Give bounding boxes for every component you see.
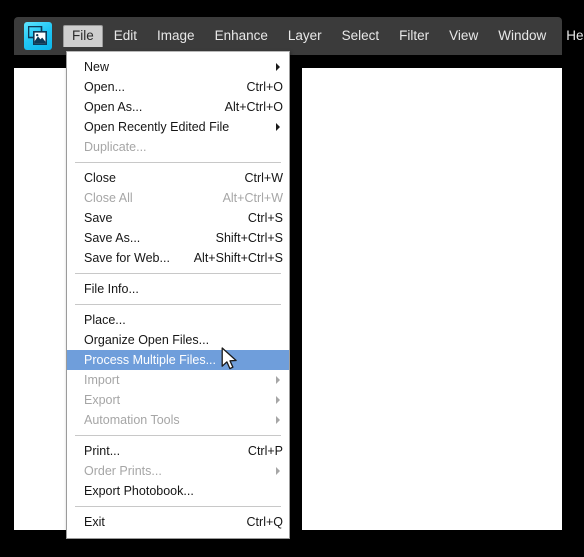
menu-item-print[interactable]: Print... Ctrl+P	[67, 441, 289, 461]
menu-item-shortcut: Shift+Ctrl+S	[215, 231, 283, 245]
menu-item-shortcut: Ctrl+Q	[246, 515, 283, 529]
menu-item-label: New	[84, 60, 110, 74]
menu-item-label: Automation Tools	[84, 413, 180, 427]
menu-item-shortcut: Ctrl+O	[246, 80, 283, 94]
menubar-item-image[interactable]: Image	[148, 25, 204, 48]
menubar-item-select[interactable]: Select	[333, 25, 389, 48]
menu-item-label: Order Prints...	[84, 464, 162, 478]
submenu-arrow-icon	[276, 63, 280, 71]
menu-separator	[75, 273, 281, 274]
menubar-item-file[interactable]: File	[63, 24, 103, 48]
menu-item-order-prints: Order Prints...	[67, 461, 289, 481]
menu-item-export-photobook[interactable]: Export Photobook...	[67, 481, 289, 501]
menu-item-shortcut: Ctrl+W	[244, 171, 283, 185]
menu-item-open-as[interactable]: Open As... Alt+Ctrl+O	[67, 97, 289, 117]
menu-item-label: Save for Web...	[84, 251, 170, 265]
menu-item-file-info[interactable]: File Info...	[67, 279, 289, 299]
menubar-item-layer[interactable]: Layer	[279, 25, 331, 48]
menu-item-organize-open-files[interactable]: Organize Open Files...	[67, 330, 289, 350]
menu-separator	[75, 304, 281, 305]
menu-item-label: Close All	[84, 191, 133, 205]
photo-editor-icon[interactable]	[24, 22, 52, 50]
menu-item-new[interactable]: New	[67, 57, 289, 77]
menu-item-label: Print...	[84, 444, 121, 458]
submenu-arrow-icon	[276, 467, 280, 475]
menu-item-label: Import	[84, 373, 120, 387]
application-window: File Edit Image Enhance Layer Select Filter Vie…	[0, 0, 584, 557]
menu-item-automation-tools: Automation Tools	[67, 410, 289, 430]
menu-separator	[75, 435, 281, 436]
menu-item-close-all: Close All Alt+Ctrl+W	[67, 188, 289, 208]
menu-item-save-for-web[interactable]: Save for Web... Alt+Shift+Ctrl+S	[67, 248, 289, 268]
menu-item-shortcut: Ctrl+P	[247, 444, 283, 458]
document-canvas-right	[302, 68, 562, 530]
menu-item-shortcut: Alt+Ctrl+W	[222, 191, 283, 205]
menu-item-place[interactable]: Place...	[67, 310, 289, 330]
submenu-arrow-icon	[276, 396, 280, 404]
menu-item-close[interactable]: Close Ctrl+W	[67, 168, 289, 188]
submenu-arrow-icon	[276, 376, 280, 384]
menu-item-export: Export	[67, 390, 289, 410]
menubar-item-edit[interactable]: Edit	[105, 25, 146, 48]
menu-separator	[75, 506, 281, 507]
menu-separator	[75, 162, 281, 163]
menu-item-label: Save As...	[84, 231, 141, 245]
menu-item-label: Organize Open Files...	[84, 333, 210, 347]
menu-item-label: Exit	[84, 515, 105, 529]
menubar-item-help[interactable]: Help	[557, 25, 584, 48]
menu-bar: File Edit Image Enhance Layer Select Filter Vie…	[14, 17, 584, 55]
submenu-arrow-icon	[276, 123, 280, 131]
menu-item-open[interactable]: Open... Ctrl+O	[67, 77, 289, 97]
document-canvas-left	[14, 68, 66, 530]
menu-item-label: Close	[84, 171, 116, 185]
menubar-item-window[interactable]: Window	[489, 25, 555, 48]
menu-item-label: Open...	[84, 80, 125, 94]
menu-item-process-multiple-files[interactable]: Process Multiple Files...	[67, 350, 289, 370]
menu-item-save-as[interactable]: Save As... Shift+Ctrl+S	[67, 228, 289, 248]
menu-item-label: Process Multiple Files...	[84, 353, 216, 367]
menubar-item-enhance[interactable]: Enhance	[206, 25, 277, 48]
menu-item-open-recently-edited-file[interactable]: Open Recently Edited File	[67, 117, 289, 137]
file-menu-dropdown[interactable]: New Open... Ctrl+O Open As... Alt+Ctrl+O Open…	[66, 51, 290, 539]
menu-item-duplicate: Duplicate...	[67, 137, 289, 157]
menu-item-import: Import	[67, 370, 289, 390]
menu-item-label: Save	[84, 211, 113, 225]
menu-item-label: Duplicate...	[84, 140, 147, 154]
menubar-item-view[interactable]: View	[440, 25, 487, 48]
menu-item-label: Export Photobook...	[84, 484, 194, 498]
menu-item-label: Open As...	[84, 100, 143, 114]
menubar-item-filter[interactable]: Filter	[390, 25, 438, 48]
submenu-arrow-icon	[276, 416, 280, 424]
menu-item-shortcut: Alt+Shift+Ctrl+S	[193, 251, 283, 265]
menu-item-save[interactable]: Save Ctrl+S	[67, 208, 289, 228]
menu-item-shortcut: Ctrl+S	[247, 211, 283, 225]
menu-item-shortcut: Alt+Ctrl+O	[224, 100, 283, 114]
menu-item-label: Place...	[84, 313, 126, 327]
photo-glyph-icon	[28, 26, 47, 45]
menu-item-exit[interactable]: Exit Ctrl+Q	[67, 512, 289, 532]
menu-item-label: File Info...	[84, 282, 139, 296]
menu-item-label: Export	[84, 393, 121, 407]
menu-item-label: Open Recently Edited File	[84, 120, 230, 134]
